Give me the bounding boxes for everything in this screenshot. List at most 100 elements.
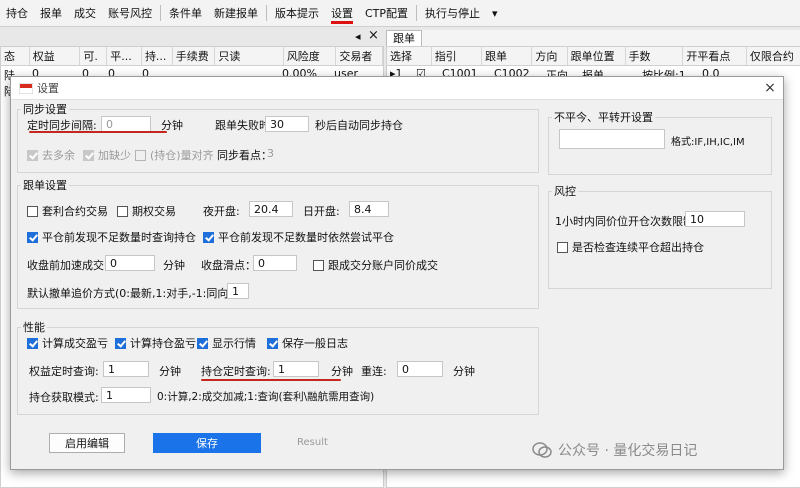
position-pnl-checkbox[interactable]: 计算持仓盈亏: [115, 335, 196, 351]
option-trade-checkbox[interactable]: 期权交易: [117, 203, 176, 219]
arbitrage-checkbox[interactable]: 套利合约交易: [27, 203, 108, 219]
column-header[interactable]: 可.: [80, 47, 108, 65]
column-header[interactable]: 持...: [142, 47, 173, 65]
try-close-label: 平仓前发现不足数量时依然尝试平仓: [218, 231, 394, 244]
left-arrow-icon[interactable]: ◂: [355, 30, 361, 43]
close-transfer-input[interactable]: [559, 129, 665, 149]
checkbox-icon: [203, 231, 214, 243]
query-position-label: 平仓前发现不足数量时查询持仓: [42, 231, 196, 244]
day-open-input[interactable]: 8.4: [349, 201, 389, 217]
night-open-input[interactable]: 20.4: [249, 201, 293, 217]
menu-new-order[interactable]: 新建报单: [208, 5, 264, 21]
align-volume-checkbox[interactable]: (持仓)量对齐: [135, 147, 214, 163]
slippage-input[interactable]: 0: [253, 255, 297, 271]
accel-unit: 分钟: [163, 259, 185, 272]
option-trade-label: 期权交易: [132, 205, 176, 218]
query-position-checkbox[interactable]: 平仓前发现不足数量时查询持仓: [27, 229, 196, 245]
align-volume-label: (持仓)量对齐: [150, 149, 214, 162]
sync-point-label: 同步看点：: [217, 149, 272, 162]
accel-input[interactable]: 0: [105, 255, 155, 271]
chase-input[interactable]: 1: [227, 283, 249, 299]
column-header[interactable]: 仅限合约: [747, 47, 800, 65]
result-label: Result: [297, 437, 328, 448]
checkbox-icon: [197, 337, 208, 349]
menu-run-stop[interactable]: 执行与停止: [419, 5, 486, 21]
settings-dialog: 设置 × 同步设置 定时同步间隔: 0 分钟 跟单失败时 30 秒后自动同步持仓…: [10, 76, 784, 470]
reconnect-input[interactable]: 0: [397, 361, 443, 377]
open-limit-input[interactable]: 10: [685, 211, 745, 227]
close-icon[interactable]: ×: [757, 80, 783, 96]
menu-separator: [416, 5, 418, 21]
reconnect-unit: 分钟: [453, 365, 475, 378]
close-icon[interactable]: ×: [368, 28, 379, 43]
column-header[interactable]: 交易者: [336, 47, 383, 65]
column-header[interactable]: 手续费: [173, 47, 216, 65]
remove-extra-checkbox[interactable]: 去多余: [27, 147, 75, 163]
follow-settings-label: 跟单设置: [21, 177, 69, 193]
position-query-input[interactable]: 1: [273, 361, 319, 377]
wechat-icon: [532, 442, 552, 458]
save-button[interactable]: 保存: [153, 433, 261, 453]
column-header[interactable]: 风险度: [284, 47, 337, 65]
checkbox-icon: [27, 231, 38, 243]
show-quote-label: 显示行情: [212, 337, 256, 350]
open-limit-label: 1小时内同价位开仓次数限制: [555, 215, 694, 228]
save-log-label: 保存一般日志: [282, 337, 348, 350]
arbitrage-label: 套利合约交易: [42, 205, 108, 218]
save-log-checkbox[interactable]: 保存一般日志: [267, 335, 348, 351]
column-header[interactable]: 权益: [30, 47, 81, 65]
checkbox-icon: [27, 205, 38, 217]
dialog-titlebar[interactable]: 设置 ×: [11, 77, 783, 100]
trade-pnl-checkbox[interactable]: 计算成交盈亏: [27, 335, 108, 351]
checkbox-icon: [135, 149, 146, 161]
reconnect-label: 重连:: [361, 365, 387, 378]
trade-pnl-label: 计算成交盈亏: [42, 337, 108, 350]
same-price-checkbox[interactable]: 跟成交分账户同价成交: [313, 257, 438, 273]
dialog-title: 设置: [37, 82, 59, 95]
column-header[interactable]: 跟单位置: [568, 47, 626, 65]
chase-label: 默认撤单追价方式(0:最新,1:对手,-1:同向):: [27, 287, 237, 300]
column-header[interactable]: 态: [1, 47, 30, 65]
sync-interval-input[interactable]: 0: [101, 116, 151, 132]
menubar: 持仓 报单 成交 账号风控 条件单 新建报单 版本提示 设置 CTP配置 执行与…: [0, 0, 800, 27]
menu-version[interactable]: 版本提示: [269, 5, 325, 21]
watermark-text: 公众号 · 量化交易日记: [558, 443, 698, 459]
column-header[interactable]: 选择: [387, 47, 432, 65]
position-mode-input[interactable]: 1: [101, 387, 151, 403]
equity-query-input[interactable]: 1: [103, 361, 149, 377]
menu-settings[interactable]: 设置: [325, 5, 359, 21]
checkbox-icon: [267, 337, 278, 349]
fail-retry-input[interactable]: 30: [265, 116, 309, 132]
column-header[interactable]: 手数: [626, 47, 684, 65]
chevron-down-icon[interactable]: ▾: [486, 7, 504, 20]
column-header[interactable]: 方向: [532, 47, 568, 65]
add-missing-checkbox[interactable]: 加缺少: [83, 147, 131, 163]
account-table-header: 态 权益 可. 平... 持... 手续费 只读 风险度 交易者: [1, 47, 383, 66]
menu-ctp-config[interactable]: CTP配置: [359, 5, 414, 21]
menu-positions[interactable]: 持仓: [0, 5, 34, 21]
column-header[interactable]: 开平看点: [683, 47, 747, 65]
night-open-label: 夜开盘:: [203, 205, 240, 218]
menu-account-risk[interactable]: 账号风控: [102, 5, 158, 21]
slippage-label: 收盘滑点：: [201, 259, 256, 272]
menu-trades[interactable]: 成交: [68, 5, 102, 21]
equity-query-label: 权益定时查询:: [29, 365, 99, 378]
column-header[interactable]: 跟单: [482, 47, 533, 65]
show-quote-checkbox[interactable]: 显示行情: [197, 335, 256, 351]
remove-extra-label: 去多余: [42, 149, 75, 162]
try-close-checkbox[interactable]: 平仓前发现不足数量时依然尝试平仓: [203, 229, 394, 245]
check-consecutive-checkbox[interactable]: 是否检查连续平仓超出持仓: [557, 239, 704, 255]
column-header[interactable]: 平...: [107, 47, 142, 65]
menu-separator: [266, 5, 267, 21]
menu-separator: [160, 5, 161, 21]
enable-edit-button[interactable]: 启用编辑: [49, 433, 125, 453]
position-query-unit: 分钟: [331, 365, 353, 378]
tab-follow[interactable]: 跟单: [386, 30, 422, 46]
accel-label: 收盘前加速成交:: [27, 259, 108, 272]
close-transfer-format: 格式:IF,IH,IC,IM: [671, 137, 745, 148]
menu-orders[interactable]: 报单: [34, 5, 68, 21]
column-header[interactable]: 只读: [215, 47, 284, 65]
menu-conditional-orders[interactable]: 条件单: [163, 5, 208, 21]
column-header[interactable]: 指引: [432, 47, 483, 65]
close-transfer-label: 不平今、平转开设置: [552, 109, 655, 125]
